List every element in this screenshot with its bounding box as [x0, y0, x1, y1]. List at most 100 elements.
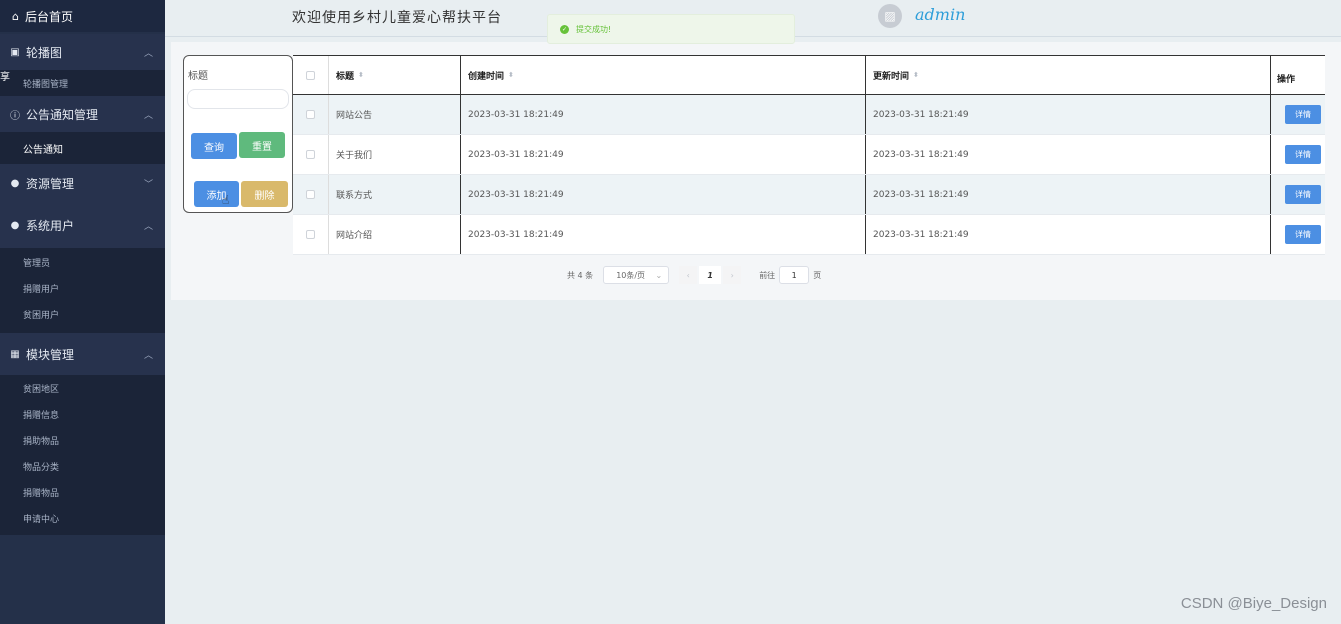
sidebar-submenu-users: 管理员 捐赠用户 贫困用户 [0, 248, 165, 333]
page-size-value: 10条/页 [616, 270, 646, 280]
sidebar-item-label: 轮播图管理 [23, 79, 69, 90]
table-row: 关于我们 2023-03-31 18:21:49 2023-03-31 18:2… [293, 135, 1325, 175]
pointer-cursor-icon: ☝ [222, 193, 230, 207]
sort-icon: ⬍ [358, 71, 364, 79]
sort-icon: ⬍ [508, 71, 514, 79]
row-checkbox-cell [293, 135, 329, 174]
sidebar-group-label: 公告通知管理 [26, 107, 99, 122]
chevron-down-icon: ﹀ [143, 179, 153, 190]
column-header-actions: 操作 [1271, 56, 1325, 94]
search-title-input[interactable] [187, 89, 289, 109]
page-number[interactable]: 1 [699, 266, 722, 284]
sidebar-item-aid-items[interactable]: 捐助物品 [0, 427, 165, 453]
sidebar-item-label: 贫困用户 [23, 310, 60, 321]
row-checkbox-cell [293, 175, 329, 214]
sidebar-item-label: 申请中心 [23, 514, 60, 525]
sidebar-home-label: 后台首页 [24, 9, 73, 24]
sidebar-group-modules[interactable]: ▦ 模块管理 ︿ [0, 333, 165, 375]
detail-button[interactable]: 详情 [1285, 225, 1321, 244]
cell-updated: 2023-03-31 18:21:49 [866, 215, 1271, 254]
reset-button[interactable]: 重置 [239, 132, 285, 158]
page-size-select[interactable]: 10条/页 ⌄ [603, 266, 670, 284]
row-checkbox[interactable] [306, 190, 315, 199]
goto-page-input[interactable]: 1 [779, 266, 810, 284]
column-header-label: 标题 [336, 71, 355, 82]
sidebar-home[interactable]: ⌂ 后台首页 [0, 0, 165, 32]
sidebar: ⌂ 后台首页 ▣ 轮播图 ︿ 轮播图管理 ⓘ 公告通知管理 ︿ 公告通知 ● 资… [0, 0, 165, 624]
sidebar-group-label: 模块管理 [26, 347, 75, 362]
cell-actions: 详情 [1271, 95, 1325, 134]
select-all-checkbox[interactable] [306, 70, 315, 80]
row-checkbox[interactable] [306, 230, 315, 239]
cell-title: 关于我们 [329, 135, 461, 174]
sidebar-item-notice[interactable]: 公告通知 [0, 132, 165, 164]
cell-created: 2023-03-31 18:21:49 [461, 135, 866, 174]
table-row: 网站介绍 2023-03-31 18:21:49 2023-03-31 18:2… [293, 215, 1325, 255]
sidebar-group-notice[interactable]: ⓘ 公告通知管理 ︿ [0, 96, 165, 132]
sidebar-item-application-center[interactable]: 申请中心 [0, 505, 165, 531]
sidebar-item-poor-areas[interactable]: 贫困地区 [0, 375, 165, 401]
table-row: 网站公告 2023-03-31 18:21:49 2023-03-31 18:2… [293, 95, 1325, 135]
sidebar-item-carousel-manage[interactable]: 轮播图管理 [0, 70, 165, 96]
check-circle-icon: ✓ [560, 24, 569, 34]
sidebar-item-label: 公告通知 [23, 144, 63, 156]
sidebar-group-carousel[interactable]: ▣ 轮播图 ︿ [0, 34, 165, 70]
add-button[interactable]: 添加 [194, 181, 239, 207]
cell-actions: 详情 [1271, 175, 1325, 214]
column-header-title[interactable]: 标题 ⬍ [329, 56, 461, 94]
column-header-label: 更新时间 [873, 71, 910, 82]
sidebar-submenu-carousel: 轮播图管理 [0, 70, 165, 96]
chevron-down-icon: ⌄ [655, 270, 663, 280]
cell-created: 2023-03-31 18:21:49 [461, 175, 866, 214]
data-table: 标题 ⬍ 创建时间 ⬍ 更新时间 ⬍ 操作 网站公告 2023-03-31 18:21… [293, 55, 1325, 255]
sidebar-submenu-notice: 公告通知 [0, 132, 165, 164]
row-checkbox-cell [293, 215, 329, 254]
cell-actions: 详情 [1271, 135, 1325, 174]
sidebar-item-label: 管理员 [23, 258, 51, 269]
edge-mark: 享 [0, 72, 10, 83]
cell-updated: 2023-03-31 18:21:49 [866, 175, 1271, 214]
sidebar-item-donation-info[interactable]: 捐赠信息 [0, 401, 165, 427]
success-toast: ✓ 提交成功! [547, 14, 795, 44]
image-icon: ▣ [10, 46, 20, 58]
prev-page-button[interactable]: ‹ [679, 266, 698, 284]
row-checkbox[interactable] [306, 150, 315, 159]
sidebar-item-donor-users[interactable]: 捐赠用户 [0, 275, 165, 301]
column-header-created[interactable]: 创建时间 ⬍ [461, 56, 866, 94]
image-placeholder-icon: ▨ [884, 9, 896, 23]
avatar[interactable]: ▨ [878, 4, 902, 28]
top-bar: 欢迎使用乡村儿童爱心帮扶平台 ▨ admin ✓ 提交成功! [165, 0, 1341, 44]
sidebar-group-users[interactable]: ● 系统用户 ︿ [0, 202, 165, 248]
row-checkbox[interactable] [306, 110, 315, 119]
chevron-up-icon: ︿ [143, 350, 153, 361]
sidebar-item-item-categories[interactable]: 物品分类 [0, 453, 165, 479]
detail-button[interactable]: 详情 [1285, 185, 1321, 204]
sidebar-group-resources[interactable]: ● 资源管理 ﹀ [0, 164, 165, 202]
search-title-label: 标题 [188, 71, 208, 82]
cell-created: 2023-03-31 18:21:49 [461, 215, 866, 254]
sidebar-item-admin[interactable]: 管理员 [0, 249, 165, 275]
query-button[interactable]: 查询 [191, 133, 237, 159]
next-page-button[interactable]: › [723, 266, 742, 284]
user-icon: ● [10, 219, 20, 231]
detail-button[interactable]: 详情 [1285, 105, 1321, 124]
sidebar-item-donated-items[interactable]: 捐赠物品 [0, 479, 165, 505]
site-title: 欢迎使用乡村儿童爱心帮扶平台 [292, 10, 502, 26]
select-all-checkbox-cell [293, 56, 329, 94]
cell-updated: 2023-03-31 18:21:49 [866, 95, 1271, 134]
detail-button[interactable]: 详情 [1285, 145, 1321, 164]
column-header-updated[interactable]: 更新时间 ⬍ [866, 56, 1271, 94]
search-form: 标题 查询 重置 添加 删除 [183, 55, 293, 213]
table-header-row: 标题 ⬍ 创建时间 ⬍ 更新时间 ⬍ 操作 [293, 55, 1325, 95]
delete-button[interactable]: 删除 [241, 181, 288, 207]
row-checkbox-cell [293, 95, 329, 134]
sidebar-item-poor-users[interactable]: 贫困用户 [0, 301, 165, 327]
cell-title: 联系方式 [329, 175, 461, 214]
username[interactable]: admin [915, 5, 965, 24]
toast-message: 提交成功! [576, 24, 612, 34]
cell-title: 网站公告 [329, 95, 461, 134]
cell-actions: 详情 [1271, 215, 1325, 254]
goto-suffix: 页 [813, 270, 822, 280]
info-icon: ⓘ [10, 110, 20, 122]
column-header-label: 创建时间 [468, 71, 505, 82]
